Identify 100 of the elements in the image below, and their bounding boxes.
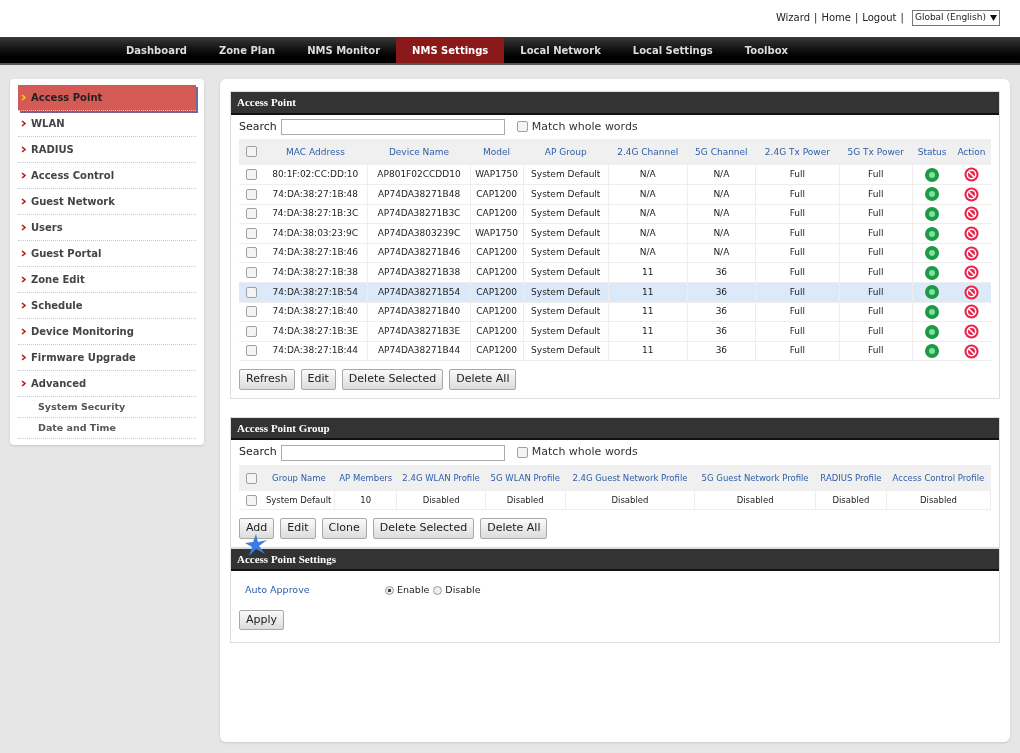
sidebar-item[interactable]: Access Point (18, 85, 196, 111)
delete-icon[interactable] (963, 206, 979, 222)
chevron-icon (21, 94, 26, 101)
top-link[interactable]: Wizard (775, 10, 810, 25)
table-cell: AP801F02CCDD10 (368, 165, 471, 185)
action-button[interactable]: Add (239, 518, 275, 539)
chevron-icon (21, 198, 26, 205)
sidebar-item[interactable]: Advanced (18, 371, 196, 397)
nav-tab[interactable]: Zone Plan (203, 37, 292, 63)
checkbox[interactable] (245, 345, 257, 357)
action-button[interactable]: Clone (321, 518, 367, 539)
table-cell: Full (839, 165, 913, 185)
match-label: Match whole words (531, 444, 638, 461)
chevron-icon (21, 224, 26, 231)
checkbox[interactable] (245, 306, 257, 318)
sidebar-item[interactable]: Zone Edit (18, 267, 196, 293)
column-header: 5G Guest Network Profile (694, 464, 816, 491)
checkbox[interactable] (245, 472, 257, 484)
delete-icon[interactable] (963, 167, 979, 183)
table-cell: 74:DA:38:27:1B:44 (263, 341, 368, 361)
search-label: Search (239, 118, 277, 135)
action-button[interactable]: Delete All (449, 369, 517, 390)
checkbox[interactable] (245, 188, 257, 200)
chevron-icon (21, 172, 26, 179)
sidebar-item[interactable]: Users (18, 215, 196, 241)
table-cell: Disabled (886, 490, 991, 510)
search-field[interactable] (280, 118, 505, 135)
separator: | (814, 11, 818, 25)
table-cell: System Default (263, 490, 335, 510)
delete-icon[interactable] (963, 226, 979, 242)
action-button[interactable]: Delete Selected (341, 369, 444, 390)
checkbox[interactable] (245, 227, 257, 239)
checkbox[interactable] (245, 247, 257, 259)
column-header: 2.4G Tx Power (755, 139, 840, 165)
radio-button[interactable] (385, 586, 394, 596)
online-status-icon (925, 167, 940, 182)
table-cell: 74:DA:38:27:1B:48 (263, 184, 368, 205)
sidebar-item[interactable]: RADIUS (18, 137, 196, 163)
checkbox[interactable] (245, 267, 257, 278)
table-cell: System Default (523, 165, 609, 185)
checkbox[interactable] (245, 168, 257, 180)
nav-tab[interactable]: Local Network (504, 37, 617, 63)
delete-icon[interactable] (963, 186, 979, 202)
checkbox[interactable] (245, 286, 257, 298)
column-header: Status (912, 139, 952, 165)
click-burst-icon (245, 534, 267, 557)
action-button[interactable]: Refresh (239, 369, 295, 390)
sidebar-item[interactable]: Guest Network (18, 189, 196, 215)
delete-icon[interactable] (963, 284, 979, 300)
language-select[interactable]: Global (English) (911, 10, 1000, 26)
nav-tab[interactable]: Toolbox (728, 37, 804, 63)
sidebar-subitem[interactable]: Date and Time (18, 418, 196, 439)
sidebar-subitem[interactable]: System Security (18, 397, 196, 418)
table-cell: Full (755, 165, 840, 185)
nav-tab[interactable]: NMS Monitor (291, 37, 397, 63)
delete-icon[interactable] (963, 343, 979, 359)
online-status-icon (925, 344, 940, 359)
table-cell: 74:DA:38:27:1B:3E (263, 321, 368, 342)
delete-icon[interactable] (963, 304, 979, 320)
sidebar-item[interactable]: Access Control (18, 163, 196, 189)
action-button[interactable]: Delete All (480, 518, 548, 539)
checkbox[interactable] (245, 146, 257, 158)
radio-label: Disable (445, 583, 481, 598)
action-button[interactable]: Delete Selected (372, 518, 475, 539)
nav-tab[interactable]: Dashboard (110, 37, 203, 63)
nav-tab[interactable]: NMS Settings (396, 37, 505, 63)
top-link[interactable]: Home (821, 10, 851, 25)
sidebar-item[interactable]: Guest Portal (18, 241, 196, 267)
sidebar-item[interactable]: Firmware Upgrade (18, 345, 196, 371)
delete-icon[interactable] (963, 265, 979, 281)
checkbox[interactable] (245, 325, 257, 337)
column-header: 2.4G Guest Network Profile (565, 464, 695, 491)
sidebar-item[interactable]: Device Monitoring (18, 319, 196, 345)
column-header: Device Name (368, 139, 471, 165)
checkbox[interactable] (245, 208, 257, 220)
delete-icon[interactable] (963, 324, 979, 340)
column-header: Model (470, 139, 524, 165)
checkbox[interactable] (516, 121, 528, 132)
radio-button[interactable] (433, 586, 443, 596)
online-status-icon (925, 246, 940, 261)
match-label: Match whole words (531, 118, 638, 135)
action-button[interactable]: Apply (239, 609, 285, 631)
online-status-icon (925, 304, 940, 319)
chevron-icon (21, 302, 26, 309)
chevron-icon (21, 328, 26, 335)
nav-tab[interactable]: Local Settings (616, 37, 729, 63)
top-link[interactable]: Logout (862, 10, 897, 25)
table-cell: 74:DA:38:27:1B:3C (263, 204, 368, 224)
checkbox[interactable] (516, 446, 528, 458)
sidebar-item[interactable]: WLAN (18, 111, 196, 137)
delete-icon[interactable] (963, 245, 979, 261)
action-button[interactable]: Edit (280, 518, 316, 539)
sidebar-item[interactable]: Schedule (18, 293, 196, 319)
action-button[interactable]: Edit (300, 369, 336, 390)
table-cell: N/A (608, 165, 688, 185)
column-header: RADIUS Profile (815, 464, 887, 491)
search-field[interactable] (280, 444, 505, 461)
table-cell: 74:DA:38:27:1B:38 (263, 262, 368, 283)
section-header: Access Point (231, 92, 999, 115)
checkbox[interactable] (245, 494, 257, 506)
